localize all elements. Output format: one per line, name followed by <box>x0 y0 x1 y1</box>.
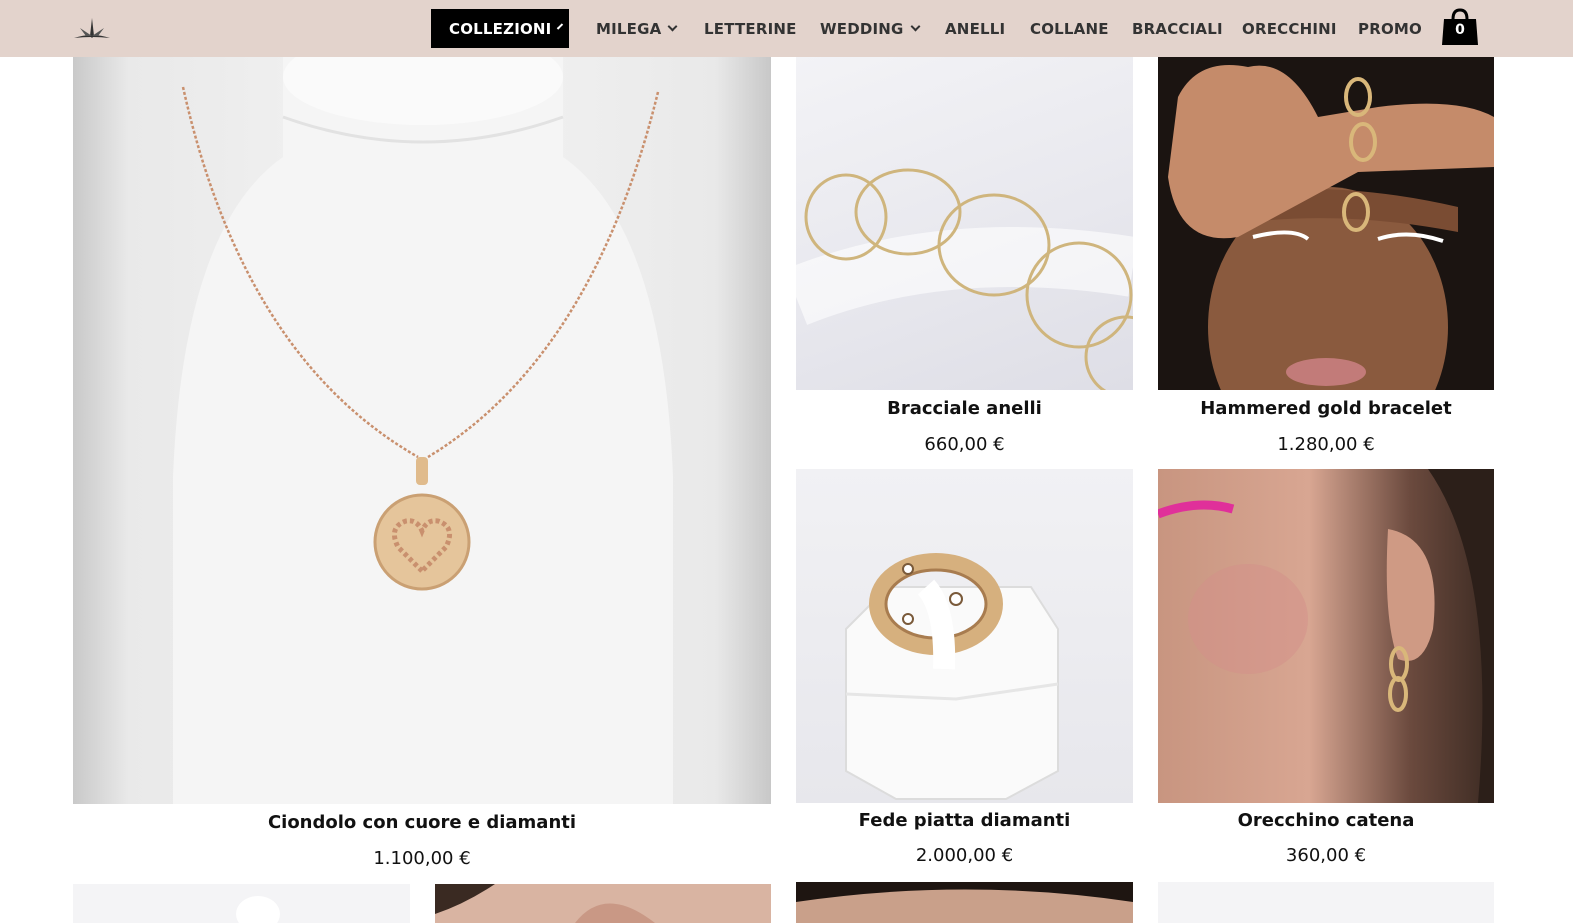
product-photo-partial[interactable] <box>73 884 410 923</box>
nav-wedding[interactable]: WEDDING <box>820 9 920 48</box>
product-card[interactable]: Bracciale anelli 660,00 € <box>796 57 1133 462</box>
nav-promo[interactable]: PROMO <box>1358 9 1422 48</box>
heart-pendant-necklace-photo[interactable] <box>73 57 771 804</box>
product-card[interactable]: Hammered gold bracelet 1.280,00 € <box>1158 57 1494 462</box>
chevron-down-icon <box>667 21 678 32</box>
nav-label: MILEGA <box>596 19 662 38</box>
product-card[interactable]: Orecchino catena 360,00 € <box>1158 469 1494 874</box>
cart-button[interactable]: 0 <box>1441 7 1479 47</box>
nav-milega[interactable]: MILEGA <box>596 9 678 48</box>
chevron-down-icon <box>557 23 564 30</box>
nav-letterine[interactable]: LETTERINE <box>704 9 797 48</box>
product-price: 1.100,00 € <box>373 848 471 869</box>
nav-label: WEDDING <box>820 19 904 38</box>
model-wrist-bracelet-photo[interactable] <box>1158 57 1494 390</box>
chevron-down-icon <box>910 21 920 32</box>
nav-bracciali[interactable]: BRACCIALI <box>1132 9 1223 48</box>
nav-label: LETTERINE <box>704 19 797 38</box>
nav-orecchini[interactable]: ORECCHINI <box>1242 9 1337 48</box>
nav-collane[interactable]: COLLANE <box>1030 9 1109 48</box>
product-name[interactable]: Hammered gold bracelet <box>1158 398 1494 419</box>
product-price: 1.280,00 € <box>1277 434 1375 455</box>
product-photo-partial[interactable] <box>796 882 1133 923</box>
product-name[interactable]: Fede piatta diamanti <box>796 810 1133 831</box>
product-price: 360,00 € <box>1285 845 1367 866</box>
diamond-band-ring-photo[interactable] <box>796 469 1133 803</box>
nav-label: ANELLI <box>945 19 1006 38</box>
nav-anelli[interactable]: ANELLI <box>945 9 1005 48</box>
nav-label: BRACCIALI <box>1132 19 1223 38</box>
site-header: COLLEZIONI MILEGA LETTERINE WEDDING ANEL… <box>0 0 1573 57</box>
product-price: 660,00 € <box>924 434 1005 455</box>
product-price: 2.000,00 € <box>915 845 1014 866</box>
product-card[interactable]: Fede piatta diamanti 2.000,00 € <box>796 469 1133 874</box>
chain-earring-model-photo[interactable] <box>1158 469 1494 803</box>
product-name[interactable]: Orecchino catena <box>1158 810 1494 831</box>
product-name[interactable]: Ciondolo con cuore e diamanti <box>73 812 771 833</box>
nav-label: ORECCHINI <box>1242 19 1337 38</box>
nav-label: COLLEZIONI <box>449 19 552 38</box>
nav-collezioni[interactable]: COLLEZIONI <box>431 9 569 48</box>
cart-count: 0 <box>1455 22 1465 38</box>
ring-link-bracelet-photo[interactable] <box>796 57 1133 390</box>
star-burst-logo-icon[interactable] <box>72 14 112 42</box>
product-name[interactable]: Bracciale anelli <box>796 398 1133 419</box>
nav-label: PROMO <box>1358 19 1422 38</box>
product-card[interactable]: Ciondolo con cuore e diamanti 1.100,00 € <box>73 57 771 877</box>
nav-label: COLLANE <box>1030 19 1109 38</box>
product-photo-partial[interactable] <box>435 884 771 923</box>
product-photo-partial[interactable] <box>1158 882 1494 923</box>
